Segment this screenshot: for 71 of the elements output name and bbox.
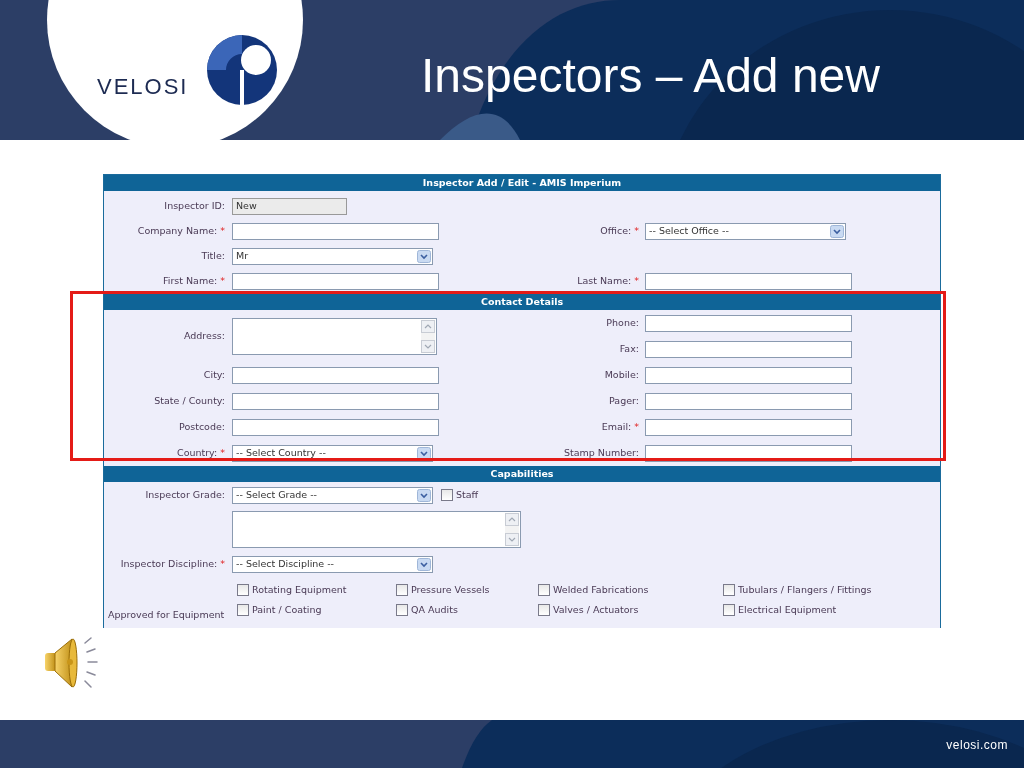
checkbox[interactable]: [538, 584, 550, 596]
checkbox-label: QA Audits: [411, 602, 458, 617]
checkbox-label: Tubulars / Flangers / Fittings: [738, 582, 872, 597]
form-title: Inspector Add / Edit - AMIS Imperium: [104, 175, 940, 191]
select-field[interactable]: Mr: [232, 248, 433, 265]
required-mark: *: [634, 225, 639, 237]
field-label: State / County:: [154, 394, 225, 406]
field-label: Approved for Equipment: [108, 609, 225, 620]
section-header: Contact Details: [104, 294, 940, 310]
required-mark: *: [220, 275, 225, 287]
text-area[interactable]: [232, 317, 437, 355]
field-label: Email:: [601, 420, 632, 432]
checkbox[interactable]: [396, 604, 408, 616]
required-mark: *: [634, 275, 639, 287]
logo-text: VELOSI: [97, 76, 189, 98]
checkbox-label: Valves / Actuators: [553, 602, 639, 617]
select-field[interactable]: -- Select Office --: [645, 223, 846, 240]
text-field[interactable]: [232, 418, 439, 436]
checkbox-label: Welded Fabrications: [553, 582, 649, 597]
checkbox[interactable]: [237, 584, 249, 596]
scrollbar[interactable]: [421, 319, 435, 353]
checkbox-label: Paint / Coating: [252, 602, 322, 617]
field-label: Postcode:: [179, 420, 225, 432]
checkbox[interactable]: [441, 489, 453, 501]
text-field[interactable]: [645, 366, 852, 384]
checkbox[interactable]: [723, 604, 735, 616]
field-label: Country:: [177, 446, 218, 458]
text-field[interactable]: [645, 340, 852, 358]
field-label: Inspector Grade:: [145, 488, 225, 500]
checkbox-label: Electrical Equipment: [738, 602, 837, 617]
footer-text: velosi.com: [946, 737, 1008, 754]
text-field[interactable]: [232, 366, 439, 384]
field-label: Fax:: [619, 342, 639, 354]
text-field[interactable]: [232, 273, 439, 290]
text-area[interactable]: [232, 511, 521, 548]
checkbox[interactable]: [538, 604, 550, 616]
text-field[interactable]: [645, 392, 852, 410]
select-field[interactable]: -- Select Grade --: [232, 486, 433, 504]
field-label: First Name:: [163, 275, 218, 287]
field-label: Office:: [600, 225, 632, 237]
required-mark: *: [634, 420, 639, 432]
field-label: Phone:: [606, 316, 639, 328]
field-label: Inspector Discipline:: [120, 557, 218, 569]
checkbox-label: Rotating Equipment: [252, 582, 347, 597]
field-label: Last Name:: [577, 275, 632, 287]
select-field[interactable]: -- Select Discipline --: [232, 555, 433, 573]
text-field[interactable]: [232, 223, 439, 240]
field-label: Inspector ID:: [164, 200, 225, 212]
required-mark: *: [220, 446, 225, 458]
field-label: Stamp Number:: [563, 446, 639, 458]
required-mark: *: [220, 225, 225, 237]
scrollbar[interactable]: [505, 513, 519, 546]
text-field[interactable]: [645, 418, 852, 436]
text-field[interactable]: [645, 314, 852, 332]
field-label: Company Name:: [137, 225, 218, 237]
field-label: Address:: [183, 329, 225, 341]
slide-title: Inspectors – Add new: [421, 50, 880, 103]
text-field[interactable]: [232, 392, 439, 410]
field-label: Mobile:: [604, 368, 639, 380]
section-header: Capabilities: [104, 466, 940, 482]
required-mark: *: [220, 557, 225, 569]
text-field[interactable]: [645, 273, 852, 290]
checkbox-label: Staff: [456, 487, 479, 502]
checkbox[interactable]: [237, 604, 249, 616]
checkbox-label: Pressure Vessels: [411, 582, 490, 597]
field-label: Title:: [201, 250, 225, 262]
checkbox[interactable]: [723, 584, 735, 596]
field-label: Pager:: [609, 394, 639, 406]
checkbox[interactable]: [396, 584, 408, 596]
text-field[interactable]: New: [232, 198, 347, 215]
field-label: City:: [203, 368, 225, 380]
